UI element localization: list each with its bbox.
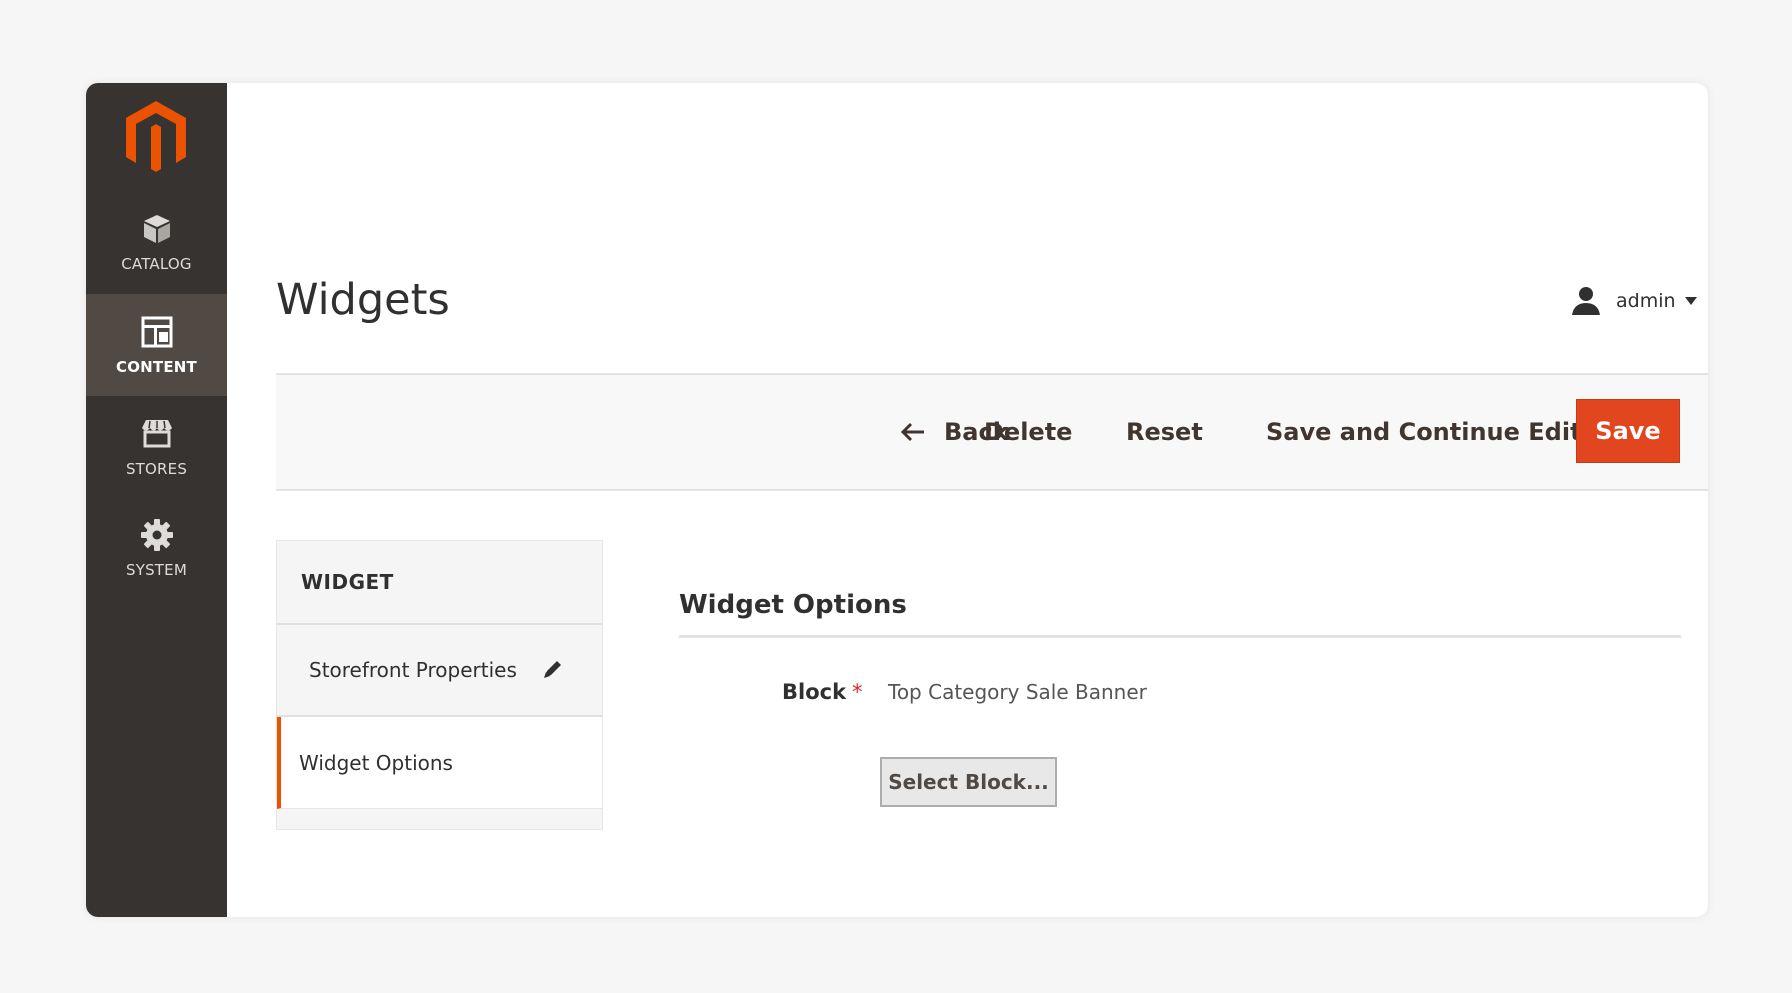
nav-label-content: CONTENT [116, 358, 197, 376]
delete-button[interactable]: Delete [984, 375, 1072, 489]
nav-item-content[interactable]: CONTENT [86, 294, 227, 396]
nav-item-stores[interactable]: STORES [86, 396, 227, 498]
nav-item-system[interactable]: SYSTEM [86, 497, 227, 599]
layout-icon [141, 316, 172, 348]
nav-label-catalog: CATALOG [121, 255, 192, 273]
storefront-icon [141, 420, 172, 448]
section-title: Widget Options [679, 590, 907, 620]
tab-label: Storefront Properties [309, 658, 517, 682]
reset-button[interactable]: Reset [1126, 375, 1203, 489]
nav-label-stores: STORES [125, 460, 188, 478]
nav-label-system: SYSTEM [126, 561, 187, 579]
block-field-value: Top Category Sale Banner [888, 680, 1147, 704]
required-indicator: * [852, 680, 863, 704]
tab-storefront-properties[interactable]: Storefront Properties [277, 625, 602, 717]
tabs-footer [277, 809, 602, 829]
select-block-button[interactable]: Select Block... [880, 757, 1057, 807]
tab-widget-options[interactable]: Widget Options [277, 717, 602, 809]
save-and-continue-button[interactable]: Save and Continue Edit [1266, 375, 1582, 489]
magento-logo-icon[interactable] [122, 97, 190, 177]
admin-window: CATALOG CONTENT STORES SYSTEM Widgets ad… [86, 83, 1708, 917]
tab-label: Widget Options [299, 750, 453, 775]
chevron-down-icon [1684, 297, 1697, 305]
cube-icon [143, 215, 170, 243]
admin-sidebar: CATALOG CONTENT STORES SYSTEM [86, 83, 227, 917]
user-menu[interactable]: admin [1570, 283, 1698, 319]
save-button[interactable]: Save [1576, 399, 1680, 463]
page-title: Widgets [276, 275, 450, 325]
gear-icon [140, 519, 173, 551]
block-field-label: Block [782, 680, 847, 704]
arrow-left-icon [900, 422, 924, 442]
widget-tabs: WIDGET Storefront Properties Widget Opti… [276, 540, 603, 830]
page-actions-bar: Back Delete Reset Save and Continue Edit… [276, 373, 1708, 491]
user-name: admin [1616, 290, 1676, 312]
tabs-header: WIDGET [277, 541, 602, 625]
nav-item-catalog[interactable]: CATALOG [86, 191, 227, 293]
section-divider [679, 635, 1681, 638]
pencil-icon [543, 661, 561, 678]
user-icon [1572, 287, 1600, 315]
